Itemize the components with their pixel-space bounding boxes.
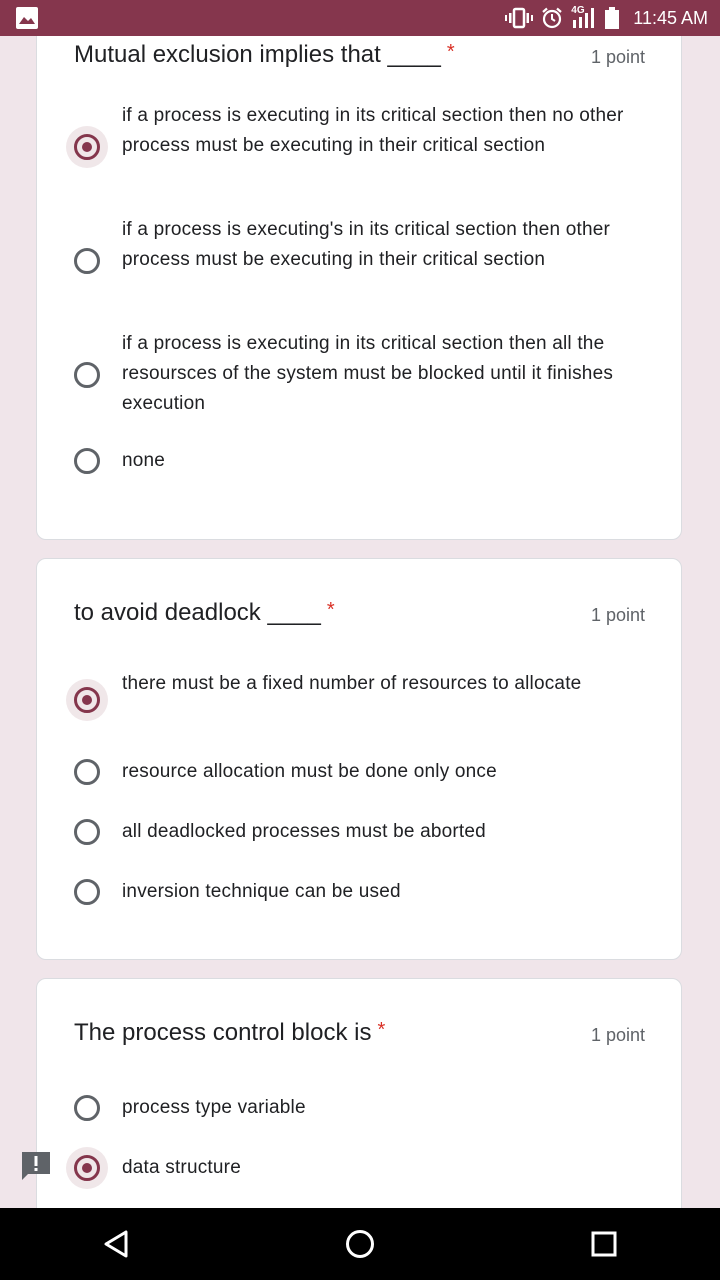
form-content[interactable]: Mutual exclusion implies that ____ * 1 po… — [0, 36, 720, 1208]
vibrate-icon — [505, 7, 534, 29]
question-title: The process control block is * — [74, 1019, 386, 1046]
radio-button[interactable] — [74, 448, 100, 474]
radio-option[interactable]: process type variable — [74, 1093, 644, 1133]
radio-option[interactable]: resource allocation must be done only on… — [74, 757, 644, 797]
option-label: process type variable — [122, 1097, 306, 1118]
required-mark: * — [377, 1019, 386, 1041]
question-title: Mutual exclusion implies that ____ * — [74, 41, 455, 68]
option-label: if a process is executing in its critica… — [122, 105, 624, 156]
option-label: inversion technique can be used — [122, 881, 401, 902]
radio-button[interactable] — [74, 362, 100, 388]
option-label: resource allocation must be done only on… — [122, 761, 497, 782]
radio-button-selected[interactable] — [66, 126, 108, 168]
signal-icon: 4G — [571, 5, 597, 30]
radio-option[interactable]: there must be a fixed number of resource… — [66, 669, 644, 729]
question-points: 1 point — [590, 1025, 645, 1045]
back-icon[interactable] — [100, 1228, 132, 1260]
question-points: 1 point — [590, 47, 645, 67]
option-label: data structure — [122, 1157, 241, 1178]
gallery-icon — [16, 7, 38, 29]
radio-option[interactable]: none — [74, 443, 644, 483]
radio-option[interactable]: inversion technique can be used — [74, 877, 644, 917]
required-mark: * — [446, 41, 455, 63]
radio-option[interactable]: all deadlocked processes must be aborted — [74, 817, 644, 857]
battery-icon — [605, 7, 620, 29]
alarm-icon — [542, 7, 563, 29]
navigation-bar — [0, 1208, 720, 1280]
radio-option[interactable]: if a process is executing's in its criti… — [74, 215, 644, 305]
status-bar: 4G 11:45 AM — [0, 0, 720, 36]
radio-button[interactable] — [74, 248, 100, 274]
option-label: there must be a fixed number of resource… — [122, 673, 582, 694]
status-time: 11:45 AM — [633, 7, 708, 28]
status-icons: 4G 11:45 AM — [505, 0, 708, 36]
radio-button-selected[interactable] — [66, 1147, 108, 1189]
recents-icon[interactable] — [588, 1228, 620, 1260]
home-icon[interactable] — [344, 1228, 376, 1260]
radio-button[interactable] — [74, 819, 100, 845]
question-card: to avoid deadlock ____ * 1 point there mu… — [36, 558, 682, 960]
radio-button-selected[interactable] — [66, 679, 108, 721]
option-label: if a process is executing in its critica… — [122, 333, 614, 414]
question-points: 1 point — [590, 605, 645, 625]
required-mark: * — [326, 599, 335, 621]
radio-option[interactable]: if a process is executing in its critica… — [66, 101, 644, 191]
option-label: none — [122, 450, 166, 471]
question-card: The process control block is * 1 point pr… — [36, 978, 682, 1208]
question-title: to avoid deadlock ____ * — [74, 599, 335, 626]
radio-button[interactable] — [74, 879, 100, 905]
feedback-icon[interactable] — [20, 1150, 52, 1180]
radio-button[interactable] — [74, 1095, 100, 1121]
option-label: if a process is executing's in its criti… — [122, 219, 611, 270]
question-card: Mutual exclusion implies that ____ * 1 po… — [36, 36, 682, 540]
radio-button[interactable] — [74, 759, 100, 785]
radio-option[interactable]: if a process is executing in its critica… — [74, 329, 644, 419]
option-label: all deadlocked processes must be aborted — [122, 821, 486, 842]
radio-option[interactable]: data structure — [66, 1147, 644, 1193]
